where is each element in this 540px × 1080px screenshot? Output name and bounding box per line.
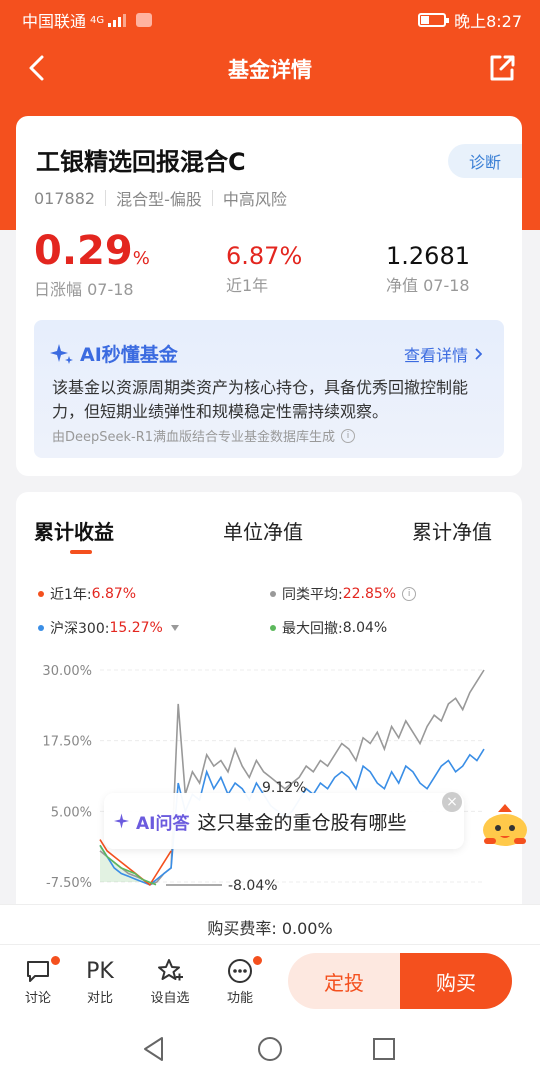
battery-icon [418,13,450,27]
discuss-label: 讨论 [24,991,51,1006]
carrier-name: 中国联通 [22,12,87,31]
star-add-icon [158,959,183,981]
return-chart-card: 累计收益 单位净值 累计净值 近1年: 6.87% 同类平均: 22.85% i… [16,492,522,922]
chart-tabs: 累计收益 单位净值 累计净值 [16,516,522,556]
system-nav-bar [0,1016,540,1080]
ai-summary-text: 该基金以资源周期类资产为核心持仓，具备优秀回撤控制能力，但短期业绩弹性和规模稳定… [52,378,469,421]
legend-dot [38,625,44,631]
chevron-right-icon [475,348,482,360]
legend-one-year: 近1年: 6.87% [38,584,136,604]
legend-label: 沪深300: [50,621,110,637]
tab-accumulated-nav[interactable]: 累计净值 [412,516,492,545]
legend-label: 近1年: [50,587,92,603]
fund-type: 混合型-偏股 [116,190,202,209]
nav-stat: 1.2681 净值 07-18 [386,228,470,296]
info-icon[interactable]: i [402,587,417,601]
ai-question-bubble[interactable]: AI问答 这只基金的重仓股有哪些 [104,793,464,849]
one-year-stat: 6.87% 近1年 [226,228,302,296]
compare-label: 对比 [86,991,113,1006]
ai-summary-title: AI秒懂基金 [80,344,178,366]
legend-value: 8.04% [342,620,388,636]
network-type: 4G [90,14,105,26]
divider [105,190,107,206]
mascot-icon[interactable] [478,800,532,848]
legend-label: 最大回撤: [282,621,343,637]
sparkle-icon [50,343,73,364]
close-icon[interactable]: × [442,792,462,812]
nav-home-icon[interactable] [257,1036,283,1062]
fund-code: 017882 [34,188,96,208]
ai-view-details-label: 查看详情 [403,346,468,365]
signal-icon [108,14,127,27]
auto-invest-button[interactable]: 定投 [288,953,400,1009]
fund-info-card: 工银精选回报混合C 诊断 017882 混合型-偏股 中高风险 0.29% 日涨… [16,116,522,476]
legend-value: 6.87% [91,586,137,602]
y-tick-label: 30.00% [42,664,92,679]
legend-value: 22.85% [342,586,397,602]
purchase-fee: 购买费率: 0.00% [0,904,540,944]
one-year-value: 6.87% [226,242,303,270]
nav-recent-icon[interactable] [372,1037,396,1061]
legend-dot [270,625,276,631]
diagnose-button[interactable]: 诊断 [448,144,522,178]
buy-button[interactable]: 购买 [400,953,512,1009]
chat-icon [27,961,49,982]
clock: 晚上8:27 [454,12,522,31]
navbar: 基金详情 [0,42,540,94]
nav-label: 净值 07-18 [386,276,470,295]
ai-source-text: 由DeepSeek-R1满血版结合专业基金数据库生成 [52,430,336,445]
tab-cumulative-return[interactable]: 累计收益 [34,516,114,545]
pk-icon: PK [86,958,114,984]
fund-meta: 017882 混合型-偏股 中高风险 [34,186,287,210]
tab-unit-nav[interactable]: 单位净值 [223,516,303,545]
sparkle-icon [114,813,129,829]
nav-back-icon[interactable] [142,1036,166,1062]
daily-change-value: 0.29 [34,228,133,274]
legend-dot [38,591,44,597]
info-icon[interactable]: i [341,428,356,443]
discuss-button[interactable]: 讨论 [13,955,63,1006]
series-line [99,669,485,886]
legend-dot [270,591,276,597]
fund-risk: 中高风险 [222,190,287,209]
ai-view-details-link[interactable]: 查看详情 [404,342,482,366]
notification-dot [50,955,61,966]
share-icon[interactable] [486,52,518,84]
function-button[interactable]: 功能 [215,955,265,1006]
page-title: 基金详情 [228,58,312,82]
y-tick-label: 5.00% [51,805,92,820]
return-line-chart[interactable]: 30.00%17.50%5.00%-7.50%9.12%-8.04% [16,652,522,902]
status-bar: 中国联通 4G 晚上8:27 [0,0,540,36]
legend-csi300[interactable]: 沪深300: 15.27% [38,618,179,638]
ai-bubble-question: 这只基金的重仓股有哪些 [197,811,407,834]
add-watchlist-button[interactable]: 设自选 [145,955,195,1006]
compare-button[interactable]: PK 对比 [75,955,125,1007]
notification-dot [252,955,263,966]
ai-bubble-tag: AI问答 [136,813,190,834]
one-year-label: 近1年 [226,276,269,295]
legend-value: 15.27% [109,620,163,636]
y-tick-label: 17.50% [42,735,92,750]
legend-label: 同类平均: [282,587,343,603]
legend-category-average: 同类平均: 22.85% i [270,584,417,604]
daily-change-unit: % [132,248,150,269]
bottom-action-bar: 讨论 PK 对比 设自选 功能 定投 购买 [0,944,540,1016]
divider [211,190,213,206]
function-label: 功能 [226,991,253,1006]
nav-value: 1.2681 [386,242,470,270]
legend-max-drawdown: 最大回撤: 8.04% [270,618,387,638]
daily-change-stat: 0.29% 日涨幅 07-18 [34,228,150,300]
chevron-down-icon[interactable] [170,625,179,631]
watch-label: 设自选 [150,991,190,1006]
more-icon [228,959,252,983]
app-notification-icon [136,13,153,27]
y-tick-label: -7.50% [46,876,92,891]
annotation-label: -8.04% [228,878,278,894]
daily-change-label: 日涨幅 07-18 [34,280,134,299]
active-tab-indicator [70,550,92,554]
fund-name: 工银精选回报混合C [36,148,246,176]
ai-summary-box[interactable]: AI秒懂基金 查看详情 该基金以资源周期类资产为核心持仓，具备优秀回撤控制能力，… [34,320,504,458]
